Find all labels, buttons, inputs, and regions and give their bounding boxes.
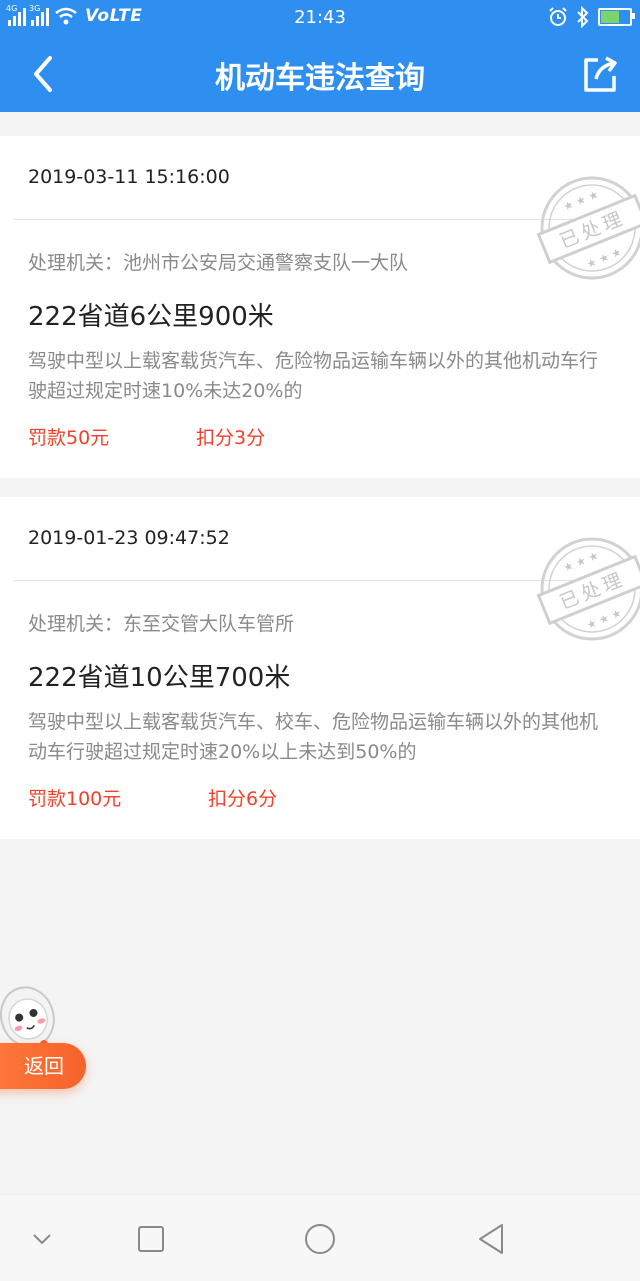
svg-text:★ ★ ★: ★ ★ ★ (562, 549, 601, 575)
violation-description: 驾驶中型以上载客载货汽车、危险物品运输车辆以外的其他机动车行驶超过规定时速10%… (28, 350, 599, 402)
status-time: 21:43 (294, 7, 346, 28)
share-icon[interactable] (578, 52, 622, 96)
app-header: 机动车违法查询 (0, 36, 640, 112)
square-icon[interactable] (131, 1219, 171, 1259)
deducted-points: 扣分3分 (196, 427, 266, 449)
processing-authority: 处理机关：东至交管大队车管所 (28, 613, 295, 635)
svg-text:★ ★ ★: ★ ★ ★ (585, 606, 624, 632)
fine-amount: 罚款100元 (28, 788, 122, 810)
deducted-points: 扣分6分 (208, 788, 278, 810)
triangle-back-icon[interactable] (472, 1219, 512, 1259)
violation-time: 2019-01-23 09:47:52 (28, 527, 230, 549)
status-right (548, 6, 635, 28)
svg-text:★ ★ ★: ★ ★ ★ (562, 188, 601, 214)
violation-card[interactable]: 2019-03-11 15:16:00 已处理 ★ ★ ★ ★ ★ ★ 处理机关… (0, 136, 640, 478)
system-nav-bar (0, 1194, 640, 1281)
svg-text:★ ★ ★: ★ ★ ★ (585, 245, 624, 271)
fine-amount: 罚款50元 (28, 427, 110, 449)
violation-description: 驾驶中型以上载客载货汽车、校车、危险物品运输车辆以外的其他机动车行驶超过规定时速… (28, 711, 599, 763)
violation-location: 222省道6公里900米 (28, 302, 274, 332)
violation-location: 222省道10公里700米 (28, 663, 291, 693)
status-bar: 4G 3G VoLTE 21:43 (0, 0, 640, 36)
battery-icon (598, 8, 635, 26)
chevron-down-icon[interactable] (22, 1219, 62, 1259)
processing-authority: 处理机关：池州市公安局交通警察支队一大队 (28, 252, 409, 274)
circle-icon[interactable] (300, 1219, 340, 1259)
bluetooth-icon (577, 6, 589, 28)
processed-stamp-icon: 已处理 ★ ★ ★ ★ ★ ★ (536, 537, 640, 641)
floating-back-button[interactable]: 返回 (0, 1043, 86, 1089)
alarm-icon (549, 7, 567, 26)
violation-time: 2019-03-11 15:16:00 (28, 166, 230, 188)
violation-card[interactable]: 2019-01-23 09:47:52 已处理 ★ ★ ★ ★ ★ ★ 处理机关… (0, 497, 640, 839)
processed-stamp-icon: 已处理 ★ ★ ★ ★ ★ ★ (536, 176, 640, 280)
page-title: 机动车违法查询 (215, 61, 425, 96)
